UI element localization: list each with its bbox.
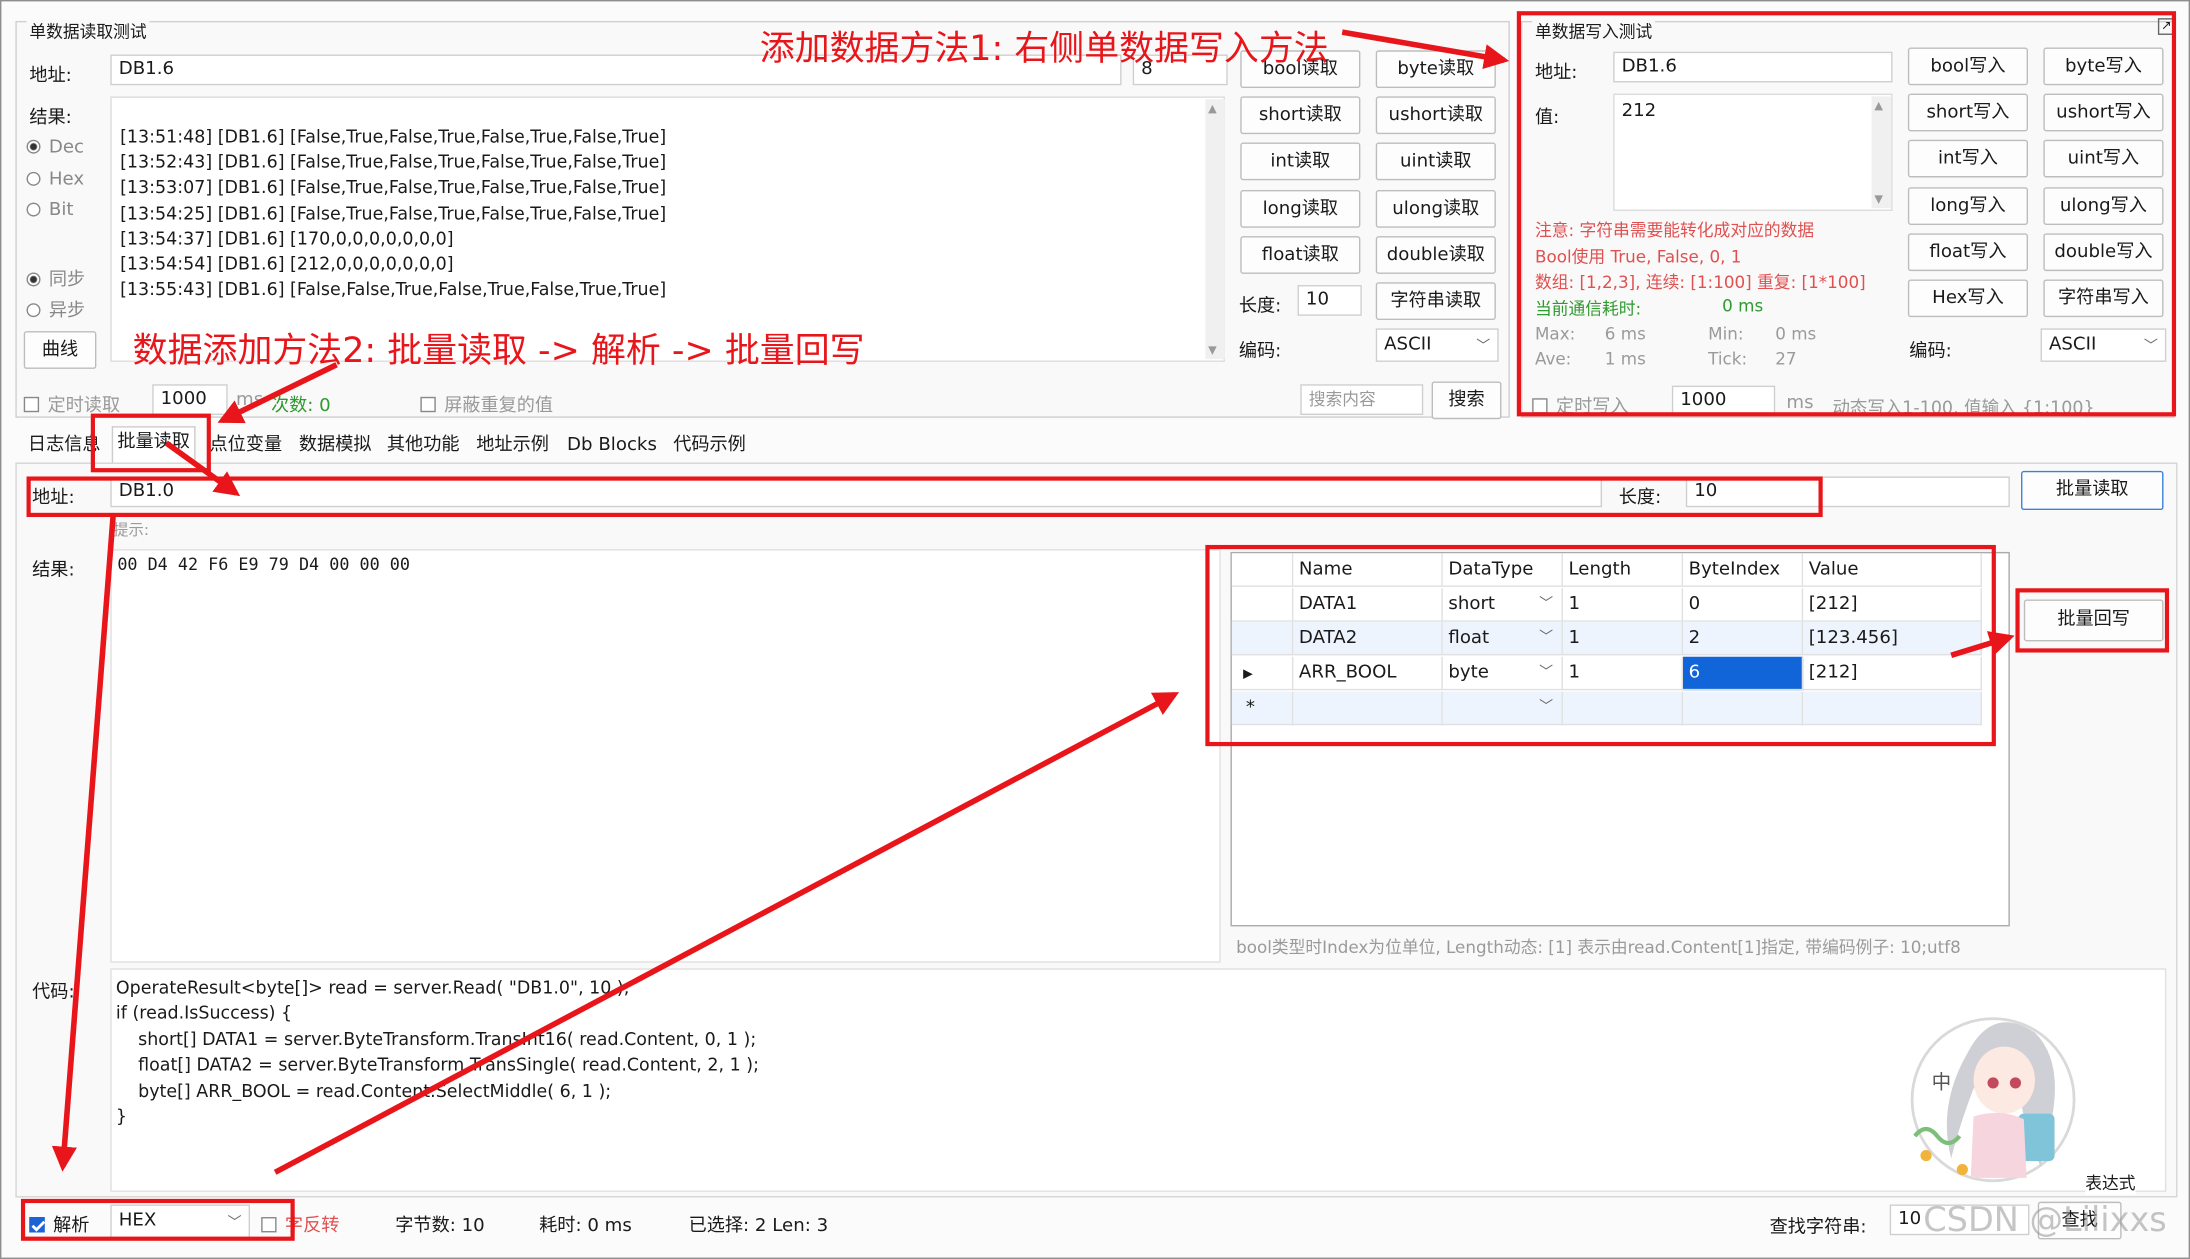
annotation-arrows	[51, 29, 2015, 1175]
arrow-to-address	[164, 440, 241, 497]
arrow-down-to-parse	[51, 515, 116, 1172]
app-window: 单数据读取测试 地址: DB1.6 8 结果: Dec Hex Bit 同步 异…	[0, 0, 2190, 1259]
arrow-to-batch-tab	[217, 362, 338, 424]
arrow-to-write-group	[1341, 29, 1510, 70]
arrow-to-grid	[273, 691, 1180, 1175]
arrow-to-write-back	[1950, 631, 2015, 659]
